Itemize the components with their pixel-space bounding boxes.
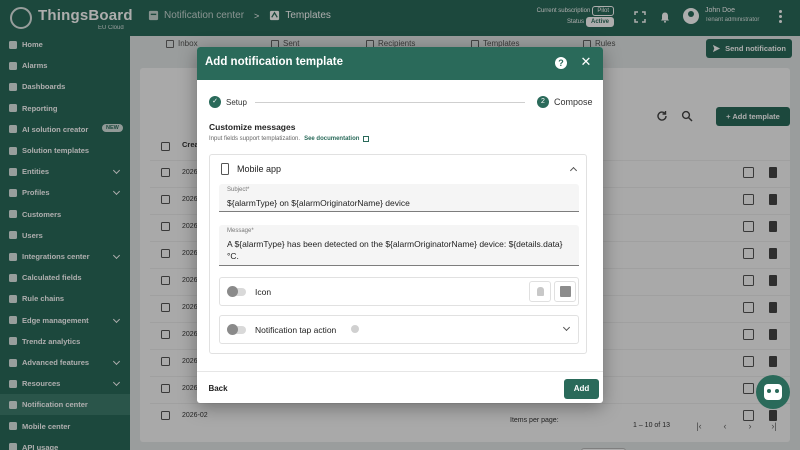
icon-toggle[interactable] xyxy=(227,286,246,297)
subject-label: Subject* xyxy=(227,187,250,193)
open-in-new-icon[interactable] xyxy=(363,136,370,142)
step-compose[interactable]: 2 Compose xyxy=(537,96,593,108)
phone-icon xyxy=(221,163,229,175)
message-field[interactable]: Message* A ${alarmType} has been detecte… xyxy=(219,225,579,266)
dialog-title: Add notification template xyxy=(205,56,343,68)
stepper-connector xyxy=(255,102,525,103)
step-label: Setup xyxy=(226,97,247,107)
hint-text: Input fields support templatization. xyxy=(209,136,301,142)
check-icon: ✓ xyxy=(209,96,221,108)
templatization-hint: Input fields support templatization. See… xyxy=(209,136,370,142)
step-setup[interactable]: ✓ Setup xyxy=(209,96,247,108)
icon-label: Icon xyxy=(255,287,272,297)
add-button[interactable]: Add xyxy=(564,379,599,399)
tap-action-toggle[interactable] xyxy=(227,324,246,335)
message-label: Message* xyxy=(227,228,254,234)
mobile-app-panel: Mobile app Subject* ${alarmType} on ${al… xyxy=(209,154,587,354)
chevron-up-icon[interactable] xyxy=(569,166,578,175)
dialog-header: Add notification template ? ✕ xyxy=(197,47,603,80)
mobile-app-panel-header[interactable]: Mobile app xyxy=(210,155,586,183)
tap-action-row[interactable]: Notification tap action xyxy=(219,315,579,344)
documentation-link[interactable]: See documentation xyxy=(304,136,359,142)
step-number: 2 xyxy=(537,96,549,108)
icon-row: Icon xyxy=(219,277,579,306)
subject-field[interactable]: Subject* ${alarmType} on ${alarmOriginat… xyxy=(219,184,579,212)
tap-action-label: Notification tap action xyxy=(255,325,337,335)
bell-icon xyxy=(537,287,544,296)
dialog-footer-divider xyxy=(197,371,603,372)
robot-icon xyxy=(764,384,782,400)
add-notification-template-dialog: Add notification template ? ✕ ✓ Setup 2 … xyxy=(197,47,603,403)
help-icon[interactable]: ? xyxy=(555,57,567,69)
step-label: Compose xyxy=(554,97,593,107)
icon-color-picker[interactable] xyxy=(554,281,576,302)
panel-title: Mobile app xyxy=(237,164,282,174)
chevron-down-icon[interactable] xyxy=(562,323,571,332)
color-swatch-icon xyxy=(560,286,571,297)
section-title: Customize messages xyxy=(209,122,296,132)
close-icon[interactable]: ✕ xyxy=(579,55,593,69)
back-button[interactable]: Back xyxy=(201,379,235,399)
ai-assistant-button[interactable] xyxy=(756,375,790,409)
info-icon[interactable] xyxy=(351,325,359,333)
icon-picker[interactable] xyxy=(529,281,551,302)
subject-input[interactable]: ${alarmType} on ${alarmOriginatorName} d… xyxy=(227,197,572,209)
message-textarea[interactable]: A ${alarmType} has been detected on the … xyxy=(227,238,572,262)
